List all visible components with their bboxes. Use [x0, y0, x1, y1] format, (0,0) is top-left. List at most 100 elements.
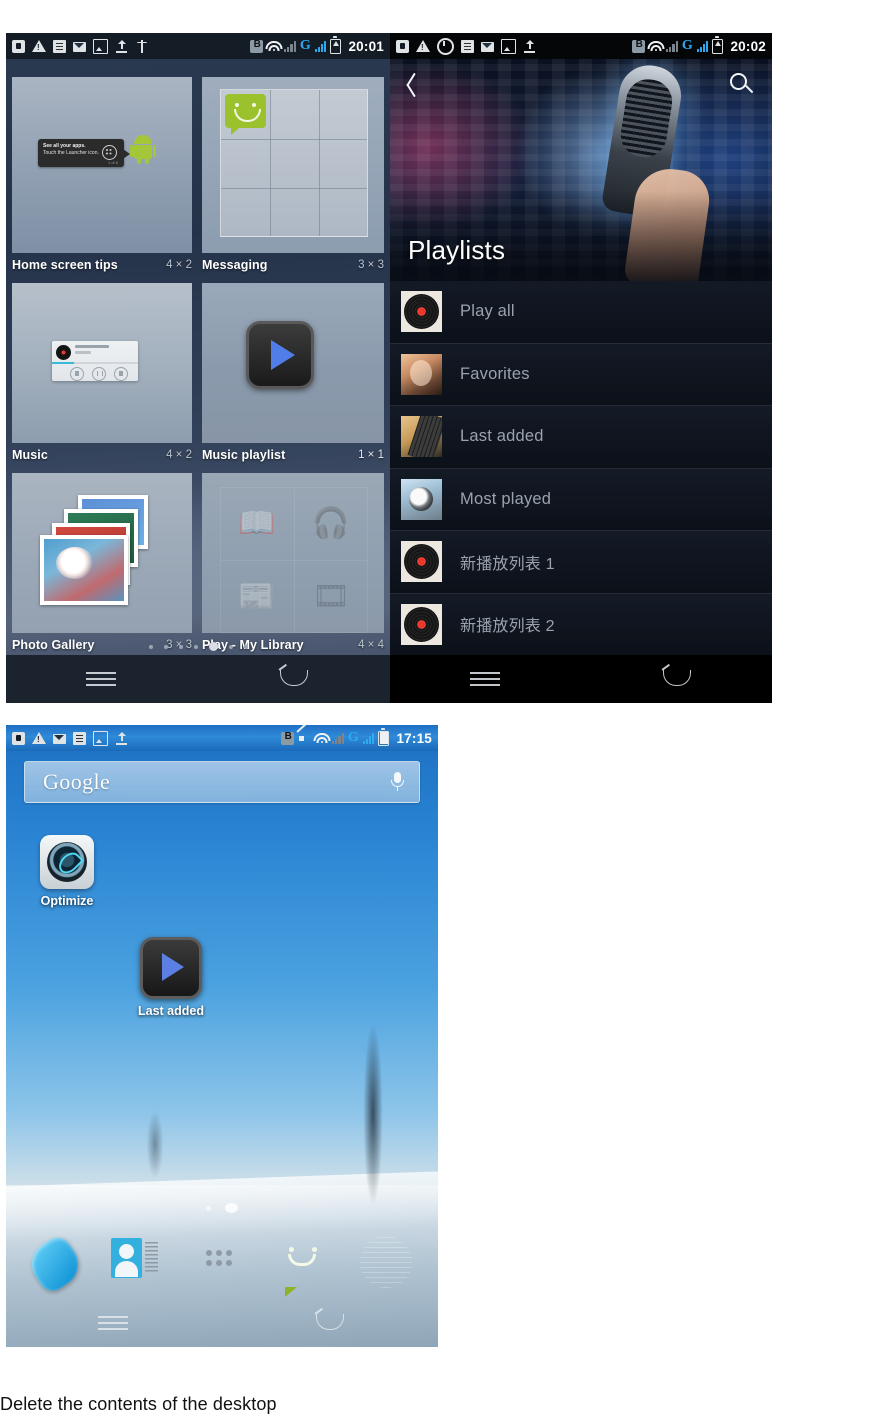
microphone-icon[interactable] — [391, 772, 404, 792]
tips-counter: 1 of 6 — [107, 160, 118, 165]
play-library-quadrants: 📖 🎧 📰 🎞 — [220, 487, 368, 633]
playlist-art — [401, 603, 442, 645]
navigation-bar — [6, 655, 390, 703]
page-title: Playlists — [408, 235, 506, 265]
widget-name: Messaging — [202, 258, 268, 272]
clipboard-icon — [73, 731, 86, 745]
widget-name: Music — [12, 448, 48, 462]
status-bar: G 17:15 — [6, 725, 438, 751]
widget-name: Music playlist — [202, 448, 286, 462]
menu-icon[interactable] — [86, 672, 116, 686]
widget-item-home-screen-tips[interactable]: See all your apps. Touch the Launcher ic… — [12, 77, 192, 279]
back-icon[interactable] — [312, 1307, 346, 1332]
picture-icon — [93, 38, 108, 54]
photo-stack-icon — [40, 495, 160, 607]
magazines-icon: 📰 — [238, 580, 276, 613]
back-icon[interactable] — [659, 663, 693, 688]
menu-icon[interactable] — [469, 672, 500, 686]
search-icon[interactable] — [730, 73, 756, 99]
status-left-icons — [12, 38, 148, 54]
list-item[interactable]: 新播放列表 2 — [390, 593, 772, 656]
playlist-label: Play all — [460, 302, 515, 321]
alarm-icon — [437, 37, 454, 55]
widget-item-music[interactable]: Music 4 × 2 — [12, 283, 192, 469]
bluetooth-icon — [632, 39, 646, 53]
wifi-icon — [313, 732, 331, 745]
playlist-label: 新播放列表 2 — [460, 618, 555, 636]
sim-icon — [12, 731, 25, 745]
google-search-bar[interactable]: Google — [24, 761, 420, 803]
sim-icon — [396, 39, 409, 53]
movies-icon: 🎞 — [311, 580, 351, 613]
browser-dock-icon[interactable] — [360, 1236, 412, 1288]
wifi-icon — [647, 40, 665, 53]
page-caption: Delete the contents of the desktop — [0, 1394, 277, 1414]
picture-icon — [501, 38, 516, 54]
widget-grid: See all your apps. Touch the Launcher ic… — [6, 59, 390, 655]
playlist-label: Favorites — [460, 364, 530, 383]
status-left-icons — [12, 730, 128, 746]
playlist-art — [401, 291, 442, 333]
play-button-thumb — [202, 283, 384, 443]
list-item[interactable]: Most played — [390, 468, 772, 531]
messaging-dock-icon[interactable] — [277, 1236, 329, 1288]
list-item[interactable]: Last added — [390, 406, 772, 469]
widget-item-music-playlist[interactable]: Music playlist 1 × 1 — [202, 283, 384, 469]
menu-icon[interactable] — [98, 1316, 128, 1330]
home-page-indicator[interactable] — [6, 1203, 438, 1213]
widget-label: Music 4 × 2 — [12, 445, 192, 465]
status-right-icons: G 20:01 — [250, 36, 384, 54]
playlist-list: Play all Favorites Last added Most playe… — [390, 281, 772, 690]
next-icon — [114, 367, 128, 381]
mail-icon — [481, 41, 494, 52]
playlist-art — [401, 541, 442, 583]
widget-item-play-my-library[interactable]: 📖 🎧 📰 🎞 Play - My Library 4 × 4 — [202, 473, 384, 659]
launcher-icon — [102, 145, 117, 160]
widget-label: Home screen tips 4 × 2 — [12, 255, 192, 275]
playlist-art — [401, 478, 442, 520]
warning-icon — [32, 40, 46, 52]
status-right-icons: G 20:02 — [632, 36, 766, 54]
music-play-icon — [140, 937, 202, 999]
widget-page-indicator[interactable] — [6, 642, 390, 651]
messaging-app-icon — [225, 94, 266, 135]
list-item[interactable]: Play all — [390, 281, 772, 344]
tips-line-1: See all your apps. — [43, 143, 86, 149]
contacts-dock-icon[interactable] — [109, 1236, 161, 1288]
navigation-bar — [6, 1299, 438, 1347]
status-left-icons — [396, 37, 536, 55]
playlist-label: Most played — [460, 489, 552, 508]
photo-stack-thumb — [12, 473, 192, 633]
home-icon-last-added[interactable]: Last added — [128, 937, 214, 1018]
list-item[interactable]: 新播放列表 1 — [390, 531, 772, 594]
widget-label: Messaging 3 × 3 — [202, 255, 384, 275]
status-clock: 20:01 — [348, 38, 384, 54]
home-screen-tips-thumb: See all your apps. Touch the Launcher ic… — [12, 77, 192, 253]
playlist-label: Last added — [460, 427, 544, 446]
bluetooth-icon — [281, 731, 295, 745]
phone-playlists-screen: G 20:02 Playlists Play all Favorites Las… — [390, 33, 772, 703]
phone-dock-icon[interactable] — [22, 1231, 87, 1296]
home-icon-optimize[interactable]: Optimize — [24, 835, 110, 908]
widget-name: Home screen tips — [12, 258, 118, 272]
widget-size: 3 × 3 — [358, 259, 384, 271]
battery-charging-icon — [712, 36, 724, 54]
widget-item-messaging[interactable]: Messaging 3 × 3 — [202, 77, 384, 279]
android-mascot-icon — [130, 135, 156, 164]
tips-line-2: Touch the Launcher icon. — [43, 150, 99, 156]
back-chevron-icon[interactable] — [403, 71, 419, 99]
back-icon[interactable] — [276, 663, 310, 688]
home-dock — [6, 1225, 438, 1299]
list-item[interactable]: Favorites — [390, 343, 772, 406]
playlist-label: 新播放列表 1 — [460, 555, 555, 573]
app-drawer-dock-icon[interactable] — [193, 1236, 245, 1288]
signal-bars-icon — [284, 40, 296, 52]
sim-icon — [12, 39, 25, 53]
navigation-bar — [390, 655, 772, 703]
widget-size: 1 × 1 — [358, 449, 384, 461]
battery-full-icon — [378, 728, 390, 746]
widget-item-photo-gallery[interactable]: Photo Gallery 3 × 3 — [12, 473, 192, 659]
phone-widget-picker-screen: G 20:01 See all your apps. Touch the Lau… — [6, 33, 390, 703]
playlist-art — [401, 353, 442, 395]
network-g-icon: G — [299, 38, 311, 53]
